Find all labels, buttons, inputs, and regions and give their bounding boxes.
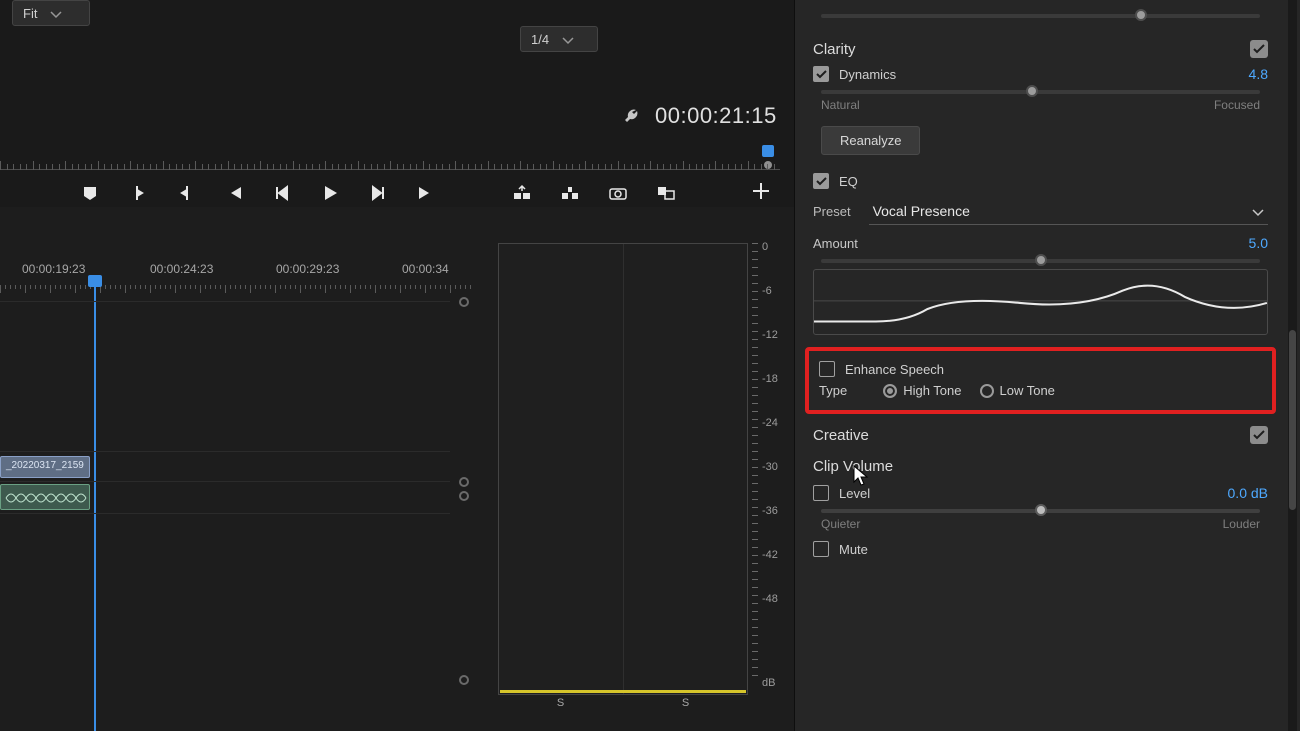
eq-checkbox[interactable] <box>813 173 829 189</box>
radio-icon <box>883 384 897 398</box>
step-back-icon[interactable] <box>272 183 292 203</box>
dynamics-hint-left: Natural <box>821 98 860 112</box>
essential-sound-panel: Clarity Dynamics 4.8 Natural Focused Rea… <box>795 0 1300 731</box>
audio-meter-panel: 0 -6 -12 -18 -24 -30 -36 -42 -48 dB S S <box>498 243 778 718</box>
extract-icon[interactable] <box>560 183 580 203</box>
time-marker: 00:00:34 <box>402 262 449 276</box>
level-hint-left: Quieter <box>821 517 860 531</box>
panel-scrollbar[interactable] <box>1288 0 1297 731</box>
out-point-marker[interactable] <box>762 145 774 169</box>
go-to-in-icon[interactable] <box>224 183 244 203</box>
meter-solo-row: S S <box>498 697 748 720</box>
enhance-speech-checkbox[interactable] <box>819 361 835 377</box>
mute-label: Mute <box>839 542 868 557</box>
export-frame-icon[interactable] <box>608 183 628 203</box>
low-tone-label: Low Tone <box>1000 383 1055 398</box>
reanalyze-button[interactable]: Reanalyze <box>821 126 920 155</box>
eq-preset-dropdown[interactable]: Vocal Presence <box>869 197 1268 225</box>
enhance-speech-label: Enhance Speech <box>845 362 944 377</box>
level-value[interactable]: 0.0 dB <box>1228 485 1268 501</box>
in-point-icon[interactable] <box>128 183 148 203</box>
low-tone-option[interactable]: Low Tone <box>980 383 1055 398</box>
dynamics-label: Dynamics <box>839 67 896 82</box>
dynamics-slider[interactable] <box>821 90 1260 94</box>
zoom-fit-dropdown[interactable]: Fit <box>12 0 90 26</box>
program-scrubber[interactable] <box>0 152 780 176</box>
audio-meter[interactable] <box>498 243 748 695</box>
time-marker: 00:00:24:23 <box>150 262 213 276</box>
mute-checkbox[interactable] <box>813 541 829 557</box>
program-monitor-pane: Fit 1/4 00:00:21:15 <box>0 0 795 731</box>
chevron-down-icon <box>51 6 61 21</box>
enhance-speech-highlight: Enhance Speech Type High Tone Low Tone <box>805 347 1276 414</box>
clarity-section-title: Clarity <box>813 41 856 58</box>
eq-preset-value: Vocal Presence <box>873 203 970 219</box>
high-tone-option[interactable]: High Tone <box>883 383 961 398</box>
go-to-out-icon[interactable] <box>416 183 436 203</box>
level-label: Level <box>839 486 870 501</box>
play-icon[interactable] <box>320 183 340 203</box>
transport-controls <box>0 176 794 210</box>
clip-label: _20220317_2159 <box>6 460 84 471</box>
timeline-vertical-scrollbar[interactable] <box>457 297 471 731</box>
clarity-toggle[interactable] <box>1250 40 1268 58</box>
playback-resolution-dropdown[interactable]: 1/4 <box>520 26 598 52</box>
lift-icon[interactable] <box>512 183 532 203</box>
video-clip[interactable]: _20220317_2159 <box>0 456 90 478</box>
level-hint-right: Louder <box>1223 517 1260 531</box>
program-timecode[interactable]: 00:00:21:15 <box>655 103 777 129</box>
creative-section-title: Creative <box>813 427 869 444</box>
chevron-down-icon <box>563 32 573 47</box>
level-checkbox[interactable] <box>813 485 829 501</box>
audio-clip[interactable] <box>0 484 90 510</box>
dynamics-hint-right: Focused <box>1214 98 1260 112</box>
out-point-icon[interactable] <box>176 183 196 203</box>
dynamics-checkbox[interactable] <box>813 66 829 82</box>
clip-volume-title: Clip Volume <box>813 458 1268 475</box>
chevron-down-icon <box>1252 203 1264 219</box>
eq-label: EQ <box>839 174 858 189</box>
timeline-tracks[interactable]: _20220317_2159 <box>0 301 450 713</box>
settings-wrench-icon[interactable] <box>622 107 642 130</box>
marker-icon[interactable] <box>80 183 100 203</box>
level-slider[interactable] <box>821 509 1260 513</box>
playback-resolution-label: 1/4 <box>531 32 549 47</box>
amount-label: Amount <box>813 236 858 251</box>
lower-workspace: 00:00:19:23 00:00:24:23 00:00:29:23 00:0… <box>0 207 794 731</box>
timeline-ruler[interactable] <box>0 285 485 297</box>
solo-left[interactable]: S <box>557 697 564 720</box>
loudness-slider[interactable] <box>821 14 1260 18</box>
button-editor-plus-icon[interactable] <box>752 180 770 206</box>
zoom-fit-label: Fit <box>23 6 37 21</box>
solo-right[interactable]: S <box>682 697 689 720</box>
viewer-area: Fit 1/4 00:00:21:15 <box>0 0 794 207</box>
amount-value[interactable]: 5.0 <box>1249 235 1268 251</box>
high-tone-label: High Tone <box>903 383 961 398</box>
enhance-type-label: Type <box>819 383 847 398</box>
timeline-ruler-labels: 00:00:19:23 00:00:24:23 00:00:29:23 00:0… <box>0 262 485 282</box>
time-marker: 00:00:29:23 <box>276 262 339 276</box>
audio-meter-scale: 0 -6 -12 -18 -24 -30 -36 -42 -48 dB <box>750 243 778 696</box>
step-forward-icon[interactable] <box>368 183 388 203</box>
eq-curve-display[interactable] <box>813 269 1268 335</box>
timeline-panel[interactable]: 00:00:19:23 00:00:24:23 00:00:29:23 00:0… <box>0 257 485 717</box>
radio-icon <box>980 384 994 398</box>
eq-amount-slider[interactable] <box>821 259 1260 263</box>
preset-label: Preset <box>813 204 851 219</box>
comparison-view-icon[interactable] <box>656 183 676 203</box>
creative-toggle[interactable] <box>1250 426 1268 444</box>
time-marker: 00:00:19:23 <box>22 262 85 276</box>
dynamics-value[interactable]: 4.8 <box>1249 66 1268 82</box>
